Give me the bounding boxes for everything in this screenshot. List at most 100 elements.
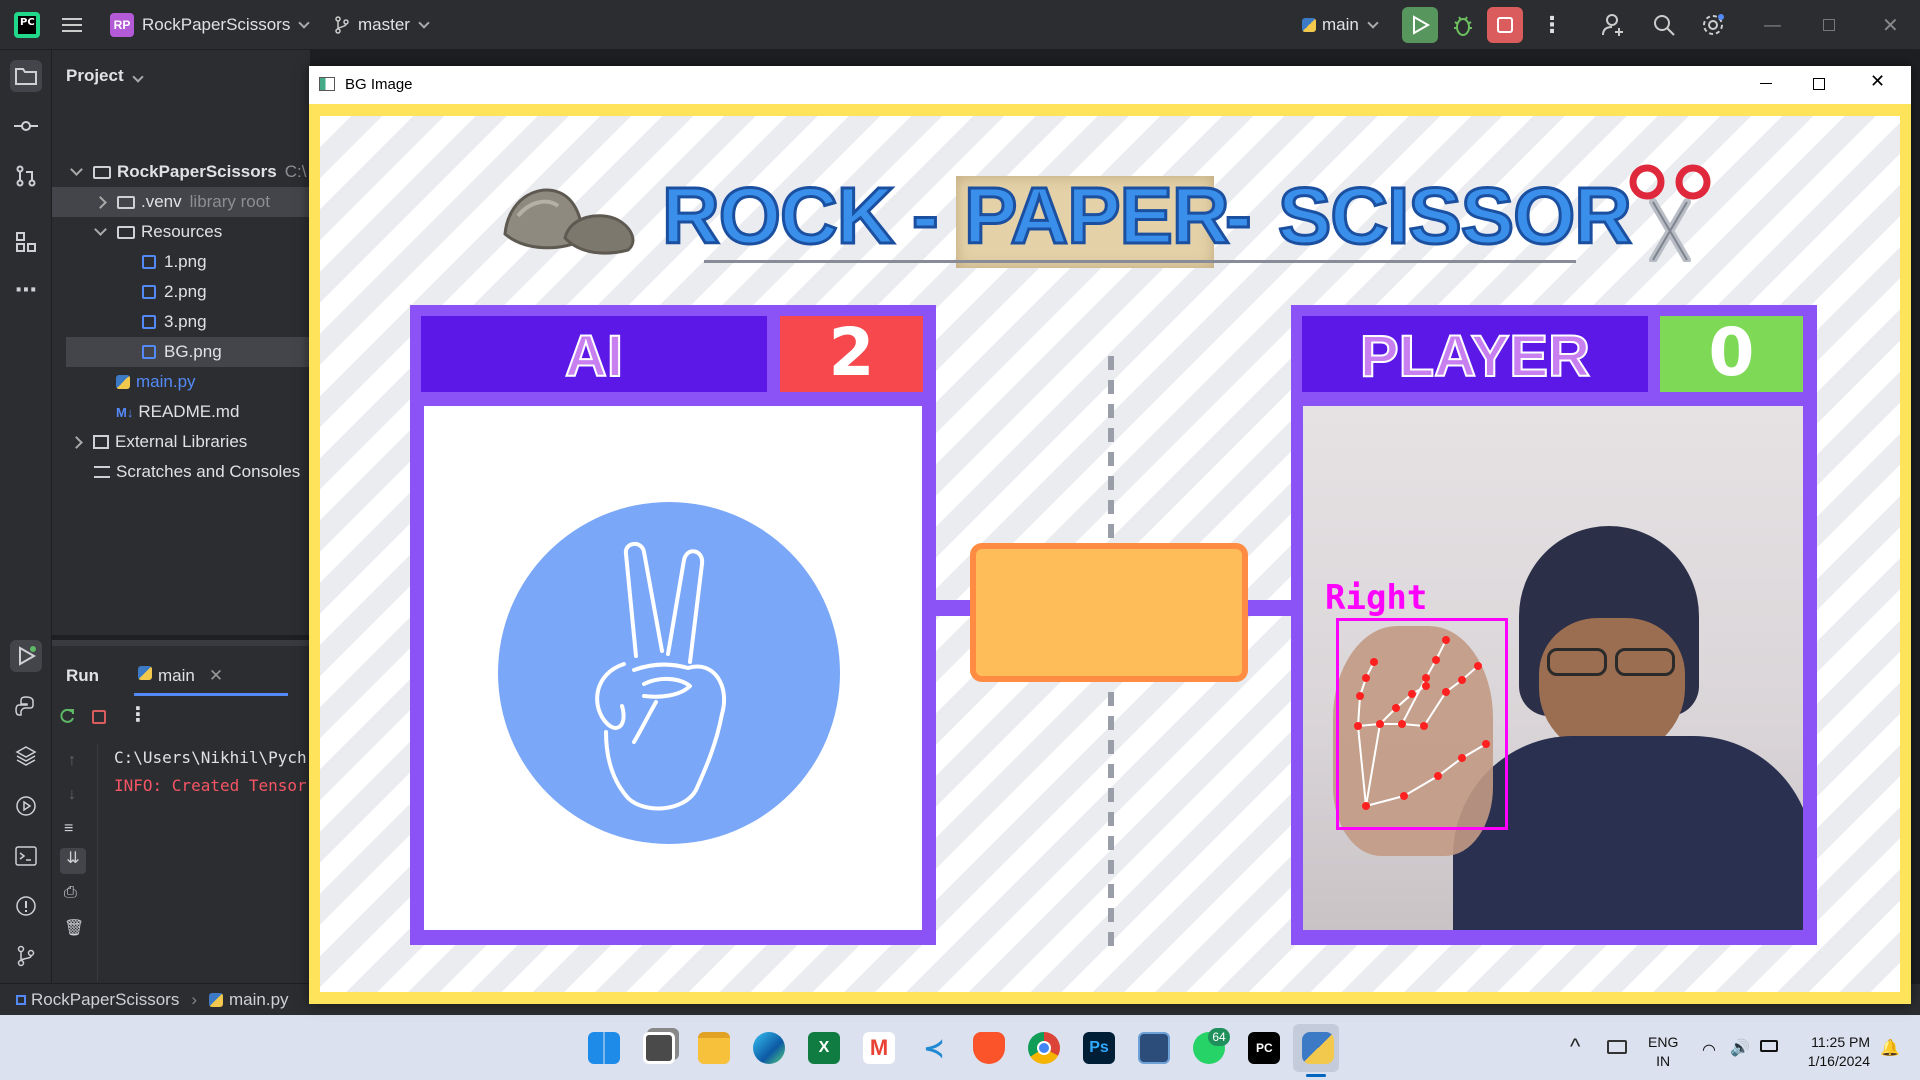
project-selector[interactable]: RP RockPaperScissors [110,0,310,50]
glasses-left [1547,648,1607,676]
pull-request-icon [16,165,36,187]
language-indicator[interactable]: ENG IN [1648,1033,1678,1071]
debug-button[interactable] [1450,12,1476,38]
pycharm-taskbar-icon[interactable]: PC [1248,1032,1280,1064]
minimize-window-button[interactable] [1756,72,1776,92]
search-icon [1654,15,1675,36]
restore-ide-button[interactable] [1823,19,1835,31]
rerun-small-button[interactable] [57,706,77,726]
services-tool-button[interactable] [10,790,42,822]
tree-item-main-py[interactable]: main.py [52,367,310,397]
library-icon [93,435,109,449]
tree-item-2-png[interactable]: 2.png [52,277,310,307]
tool-window-strip: ⋯ [0,50,52,983]
tree-item-3-png[interactable]: 3.png [52,307,310,337]
main-menu-icon[interactable] [62,0,86,50]
scroll-to-end-icon[interactable]: ⇊ [60,848,86,874]
settings-button[interactable] [1700,12,1726,43]
terminal-tool-button[interactable] [10,840,42,872]
python-app-icon[interactable] [1302,1032,1334,1064]
file-explorer-icon[interactable] [698,1032,730,1064]
layers-icon [15,746,37,766]
show-hidden-icons-icon[interactable]: ^ [1570,1034,1580,1060]
rerun-button[interactable] [1402,7,1438,43]
tree-item-1-png[interactable]: 1.png [52,247,310,277]
hand-label: Right [1325,578,1428,618]
soft-wrap-icon[interactable]: ≡ [64,820,73,838]
tree-item-venv[interactable]: .venv library root [52,187,310,217]
tree-item-label: 1.png [164,252,207,271]
close-tab-icon[interactable]: ✕ [209,666,223,686]
more-tools-icon[interactable]: ⋯ [10,274,42,306]
print-icon[interactable]: ⎙ [64,884,77,902]
brave-icon[interactable] [973,1032,1005,1064]
run-config-selector[interactable]: main [1302,0,1379,50]
python-packages-tool-button[interactable] [10,740,42,772]
edge-icon[interactable] [753,1032,785,1064]
project-tool-button[interactable] [10,60,42,92]
more-actions-icon[interactable]: ⋮ [1541,0,1563,50]
project-panel-header[interactable]: Project [66,66,144,86]
structure-tool-button[interactable] [10,226,42,258]
search-button[interactable] [1651,12,1677,43]
tree-item-bg-png[interactable]: BG.png [66,337,310,367]
tree-item-hint: library root [189,192,270,211]
arrow-down-icon[interactable]: ↓ [68,786,76,804]
chrome-icon[interactable] [1028,1032,1060,1064]
tree-item-scratches[interactable]: Scratches and Consoles [52,457,310,487]
tab-main[interactable]: main ✕ [134,660,288,696]
run-tool-button[interactable] [10,640,42,672]
scratches-icon [94,466,110,478]
tree-item-label: BG.png [164,342,222,361]
tree-item-readme[interactable]: M↓ README.md [52,397,310,427]
battery-icon[interactable] [1760,1040,1778,1052]
task-view-icon[interactable] [643,1032,675,1064]
more-run-actions-icon[interactable]: ⋮ [128,702,148,727]
branch-selector[interactable]: master [334,0,430,50]
snipping-tool-icon[interactable] [1138,1032,1170,1064]
commit-tool-button[interactable] [10,110,42,142]
problems-tool-button[interactable] [10,890,42,922]
expand-arrow-icon [70,163,83,176]
glasses-right [1615,648,1675,676]
chevron-down-icon [1367,16,1379,29]
stop-button[interactable] [1487,7,1523,43]
add-user-button[interactable] [1601,12,1627,43]
tree-item-hint: C:\ [284,162,307,181]
tree-item-external-libraries[interactable]: External Libraries [52,427,310,457]
python-console-tool-button[interactable] [10,690,42,722]
git-tool-button[interactable] [10,940,42,972]
pycharm-logo-icon[interactable]: PC [14,12,40,38]
excel-icon[interactable]: X [808,1032,840,1064]
project-panel-title: Project [66,66,124,85]
photoshop-icon[interactable]: Ps [1083,1032,1115,1064]
ai-label: AI [421,316,767,392]
chevron-down-icon [418,16,430,29]
stop-icon [1497,17,1513,33]
windows-start-icon[interactable] [588,1032,620,1064]
clock[interactable]: 11:25 PM 1/16/2024 [1800,1033,1870,1071]
wifi-icon[interactable]: ◠ [1702,1040,1716,1060]
vscode-icon[interactable]: ≺ [918,1032,950,1064]
maximize-window-button[interactable] [1813,78,1825,90]
breadcrumb-file[interactable]: main.py [229,990,289,1010]
volume-icon[interactable]: 🔊 [1730,1038,1750,1058]
notifications-icon[interactable]: 🔔 [1880,1038,1900,1058]
tree-item-label: RockPaperScissors [117,162,277,181]
tree-item-resources[interactable]: Resources [52,217,310,247]
console-line: INFO: Created Tensor [114,776,307,795]
tab-run[interactable]: Run [66,666,99,686]
gmail-icon[interactable]: M [863,1032,895,1064]
pull-requests-tool-button[interactable] [10,160,42,192]
arrow-up-icon[interactable]: ↑ [68,752,76,770]
keyboard-icon[interactable] [1607,1040,1627,1054]
breadcrumb-project[interactable]: RockPaperScissors [31,990,179,1010]
stop-small-icon[interactable] [92,710,106,724]
minimize-ide-button[interactable]: — [1764,0,1781,50]
tree-item-root[interactable]: RockPaperScissors C:\ [52,157,310,187]
run-side-toolbar: ↑ ↓ ≡ ⇊ ⎙ 🗑 [52,744,98,981]
player-score: 0 [1660,316,1803,392]
close-ide-button[interactable]: ✕ [1882,0,1899,50]
trash-icon[interactable]: 🗑 [64,918,84,938]
close-window-button[interactable]: ✕ [1870,71,1885,92]
